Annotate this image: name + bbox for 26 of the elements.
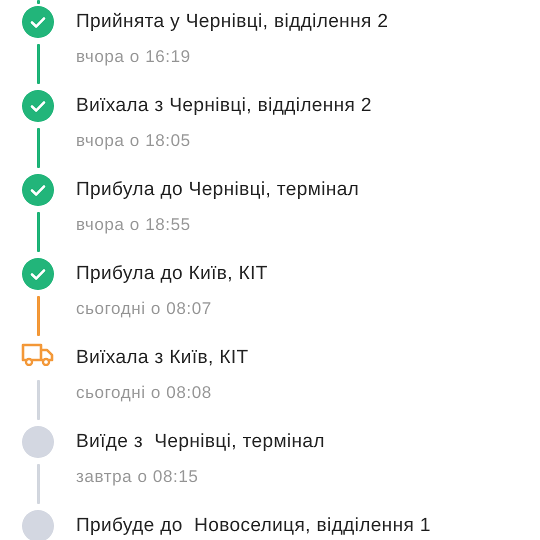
step-title: Виїхала з Чернівці, відділення 2 (76, 94, 372, 118)
step-title: Прибула до Київ, КІТ (76, 262, 268, 286)
step-time: сьогодні о 08:07 (76, 298, 212, 320)
check-icon (22, 174, 54, 206)
step-title: Прийнята у Чернівці, відділення 2 (76, 10, 388, 34)
step-title: Виїхала з Київ, КІТ (76, 346, 249, 370)
timeline-connector (36, 128, 40, 168)
step-title: Прибула до Чернівці, термінал (76, 178, 360, 202)
timeline-connector (36, 44, 40, 84)
truck-icon (21, 342, 55, 366)
timeline-connector (36, 464, 40, 504)
timeline-connector (36, 0, 40, 4)
step-time: завтра о 08:15 (76, 466, 198, 488)
check-icon (22, 90, 54, 122)
timeline-connector (36, 380, 40, 420)
step-title: Виїде з Чернівці, термінал (76, 430, 325, 454)
check-icon (22, 258, 54, 290)
pending-dot-icon (22, 426, 54, 458)
step-time: сьогодні о 08:08 (76, 382, 212, 404)
timeline-connector (36, 212, 40, 252)
check-icon (22, 6, 54, 38)
timeline-connector (36, 296, 40, 336)
step-time: вчора о 16:19 (76, 46, 191, 68)
step-time: вчора о 18:05 (76, 130, 191, 152)
step-title: Прибуде до Новоселиця, відділення 1 (76, 514, 431, 538)
step-time: вчора о 18:55 (76, 214, 191, 236)
